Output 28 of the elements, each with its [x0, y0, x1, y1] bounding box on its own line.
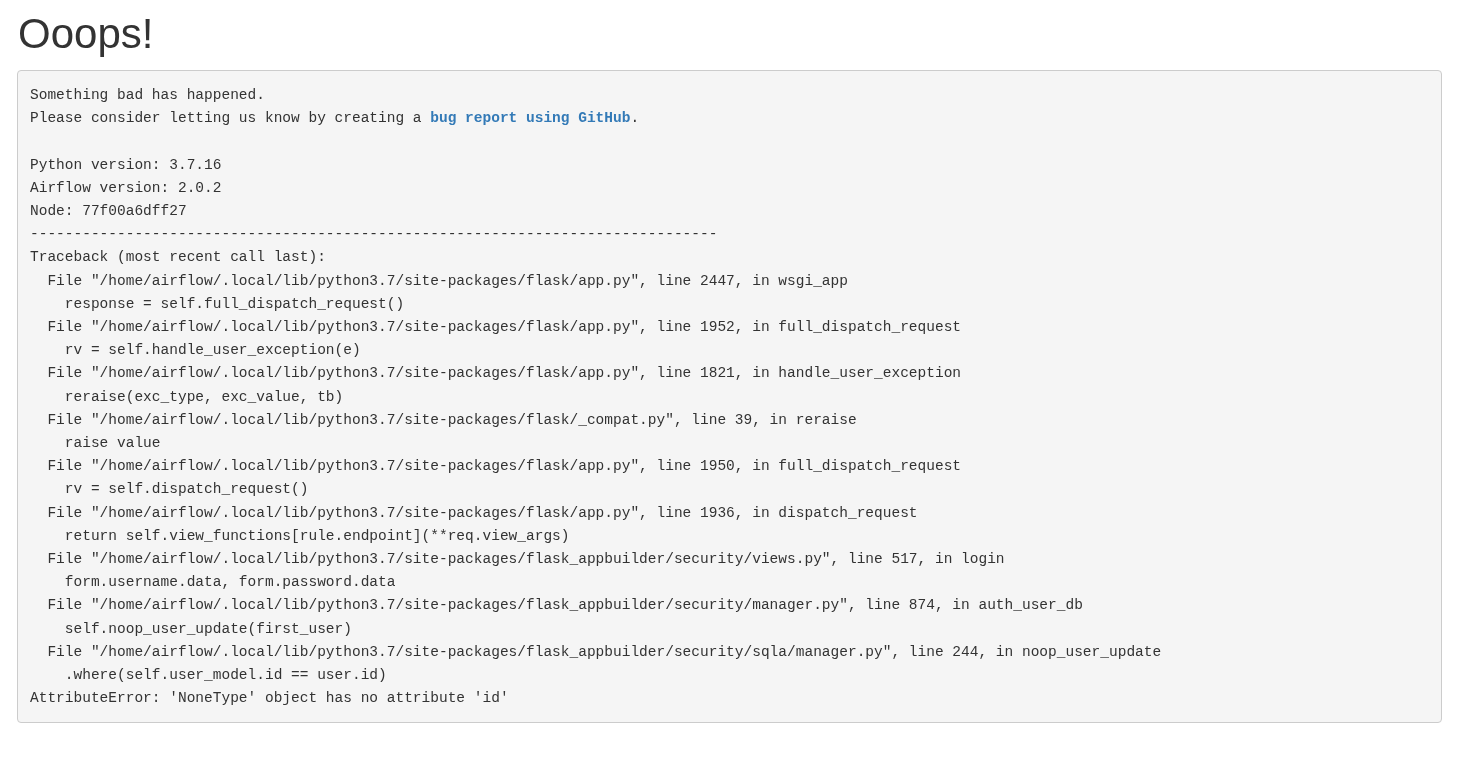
traceback-line: File "/home/airflow/.local/lib/python3.7/site-packages/flask_appbuilder/security/sqla/manager.py", line 244, in noop_user_update — [46, 642, 1162, 662]
version-info: Python version: 3.7.16 — [30, 155, 222, 175]
traceback-line: reraise(exc_type, exc_value, tb) — [63, 387, 344, 407]
traceback-line: AttributeError: 'NoneType' object has no attribute 'id' — [30, 689, 509, 709]
traceback-line: self.noop_user_update(first_user) — [63, 619, 352, 639]
traceback-line: .where(self.user_model.id == user.id) — [63, 666, 387, 686]
traceback-line: rv = self.handle_user_exception(e) — [63, 341, 361, 361]
traceback-line: form.username.data, form.password.data — [63, 573, 396, 593]
page-title: Ooops! — [18, 9, 155, 59]
error-message: Something bad has happened. — [30, 86, 265, 105]
error-message: Please consider letting us know by creating a bug report using GitHub. — [30, 109, 640, 129]
traceback-line: File "/home/airflow/.local/lib/python3.7/site-packages/flask/app.py", line 1821, in handle_user_exception — [46, 364, 962, 384]
traceback-line: File "/home/airflow/.local/lib/python3.7/site-packages/flask/_compat.py", line 39, in reraise — [46, 410, 857, 430]
version-info: Airflow version: 2.0.2 — [30, 178, 222, 198]
traceback-line: File "/home/airflow/.local/lib/python3.7/site-packages/flask_appbuilder/security/manager.py", line 874, in auth_user_db — [46, 596, 1083, 616]
traceback-line: return self.view_functions[rule.endpoint](**req.view_args) — [63, 526, 570, 546]
separator-line: ------------------------------------------------------------------------------- — [30, 225, 718, 245]
version-info: Node: 77f00a6dff27 — [30, 202, 187, 221]
traceback-line: File "/home/airflow/.local/lib/python3.7/site-packages/flask/app.py", line 2447, in wsgi_app — [46, 271, 848, 291]
traceback-line: File "/home/airflow/.local/lib/python3.7/site-packages/flask/app.py", line 1936, in dispatch_request — [46, 503, 918, 523]
traceback-line: rv = self.dispatch_request() — [63, 480, 309, 500]
traceback-line: Traceback (most recent call last): — [30, 248, 326, 268]
traceback-line: raise value — [63, 434, 161, 454]
bug-report-link[interactable]: bug report using GitHub — [430, 110, 631, 127]
traceback-line: File "/home/airflow/.local/lib/python3.7/site-packages/flask/app.py", line 1952, in full_dispatch_request — [46, 318, 962, 337]
traceback-line: File "/home/airflow/.local/lib/python3.7/site-packages/flask/app.py", line 1950, in full_dispatch_request — [46, 457, 962, 477]
traceback-line: File "/home/airflow/.local/lib/python3.7/site-packages/flask_appbuilder/security/views.py", line 517, in login — [46, 550, 1005, 570]
traceback-line: response = self.full_dispatch_request() — [63, 294, 405, 314]
